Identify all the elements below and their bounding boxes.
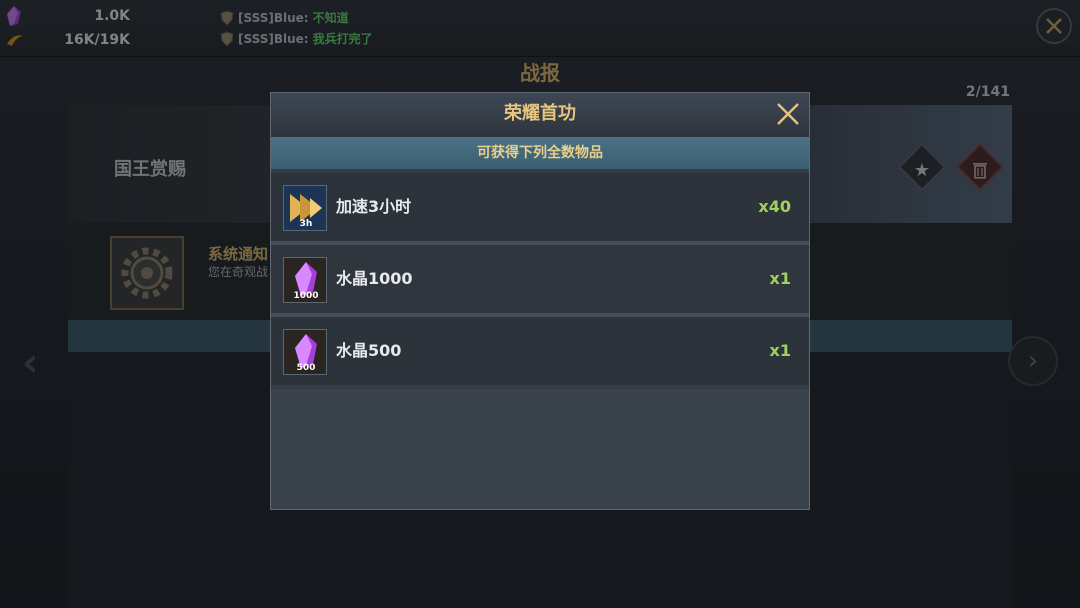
item-count: x1 [769, 269, 791, 288]
item-name: 水晶1000 [336, 269, 413, 288]
dialog-title: 荣耀首功 [504, 103, 576, 124]
dialog-empty-area [271, 389, 809, 509]
item-count: x40 [758, 197, 791, 216]
dialog-subtitle: 可获得下列全数物品 [271, 137, 809, 169]
speedup-icon: 3h [283, 185, 327, 231]
item-badge: 3h [299, 219, 313, 229]
item-name: 加速3小时 [336, 197, 412, 216]
item-name: 水晶500 [336, 341, 402, 360]
reward-item: 1000 水晶1000 x1 [271, 245, 809, 313]
reward-item: 3h 加速3小时 x40 [271, 173, 809, 241]
crystal-icon: 500 [283, 329, 327, 375]
reward-item: 500 水晶500 x1 [271, 317, 809, 385]
reward-dialog: 荣耀首功 可获得下列全数物品 3h 加速3小时 x40 1000 水晶1000 … [270, 92, 810, 510]
dialog-close-button[interactable] [771, 97, 805, 131]
crystal-icon: 1000 [283, 257, 327, 303]
item-count: x1 [769, 341, 791, 360]
item-badge: 1000 [293, 291, 319, 301]
item-badge: 500 [296, 363, 316, 373]
close-icon [777, 103, 799, 125]
